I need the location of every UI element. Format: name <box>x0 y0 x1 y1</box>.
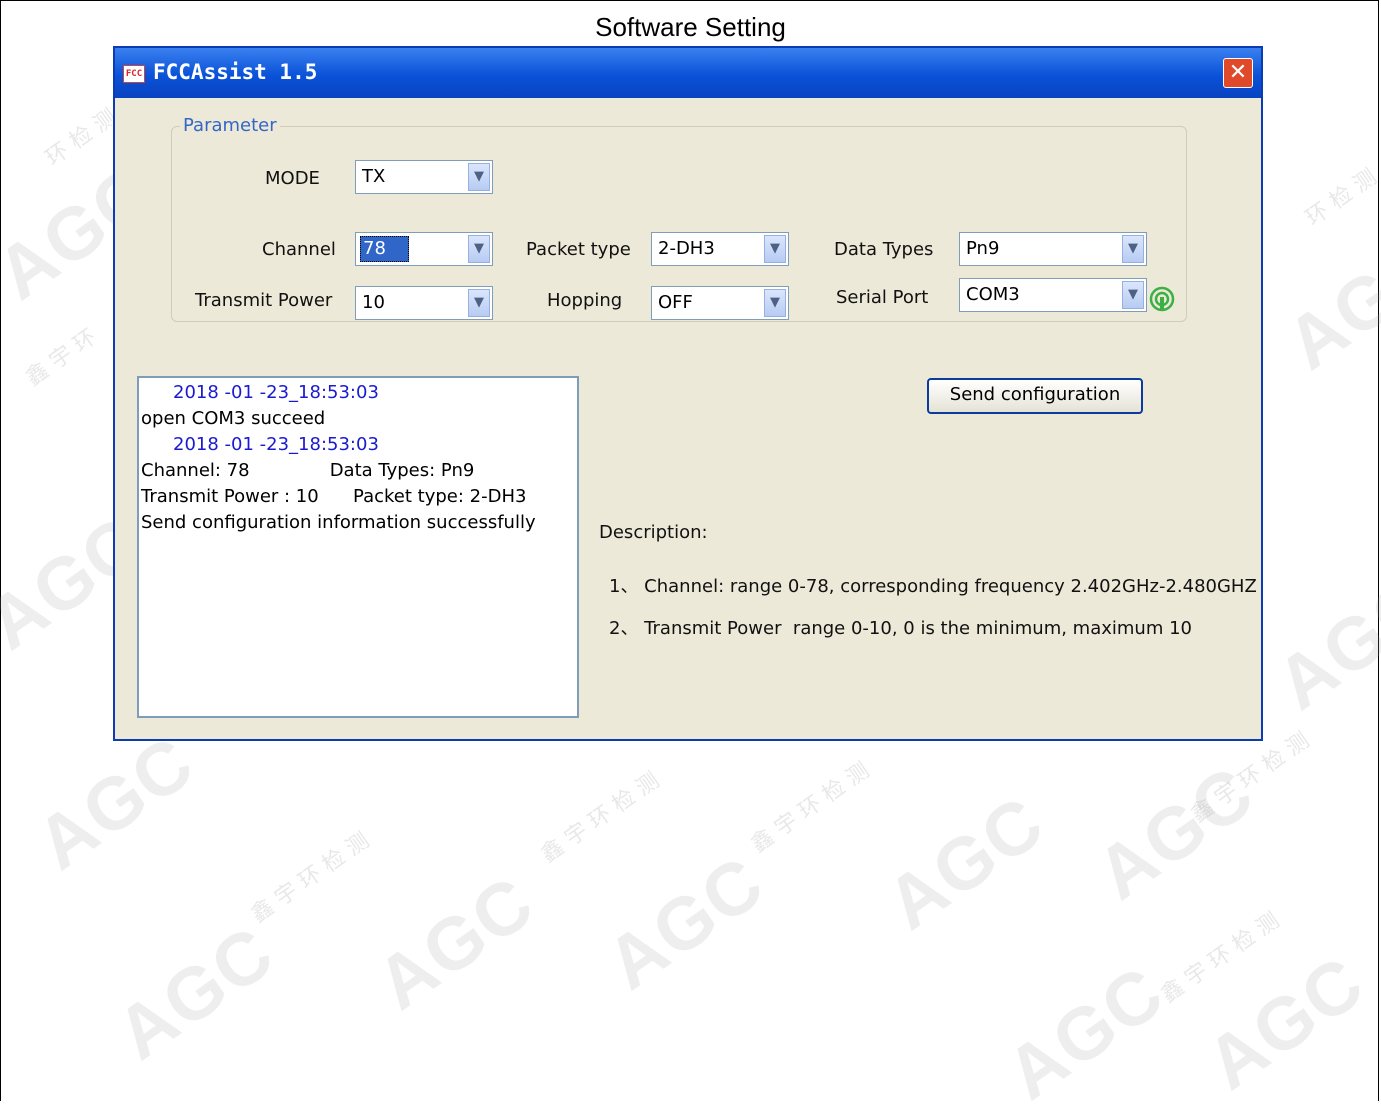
window-title: FCCAssist 1.5 <box>153 60 318 84</box>
log-line: open COM3 succeed <box>141 408 326 429</box>
data-types-value: Pn9 <box>966 238 1000 259</box>
mode-select[interactable]: TX ▼ <box>355 160 493 194</box>
close-button[interactable]: ✕ <box>1223 58 1253 88</box>
fccassist-window: FCC FCCAssist 1.5 ✕ Parameter MODE TX ▼ … <box>113 46 1263 741</box>
packet-type-value: 2-DH3 <box>658 238 715 259</box>
hopping-value: OFF <box>658 292 693 313</box>
send-configuration-button[interactable]: Send configuration <box>927 378 1143 414</box>
chevron-down-icon[interactable]: ▼ <box>764 235 786 263</box>
log-line: Transmit Power : 10 Packet type: 2-DH3 <box>141 486 527 507</box>
chevron-down-icon[interactable]: ▼ <box>468 235 490 263</box>
chevron-down-icon[interactable]: ▼ <box>1122 235 1144 263</box>
channel-label: Channel <box>262 239 336 260</box>
hopping-select[interactable]: OFF ▼ <box>651 286 789 320</box>
transmit-power-select[interactable]: 10 ▼ <box>355 286 493 320</box>
packet-type-label: Packet type <box>526 239 631 260</box>
serial-port-select[interactable]: COM3 ▼ <box>959 278 1147 312</box>
channel-select[interactable]: 78 ▼ <box>355 232 493 266</box>
mode-label: MODE <box>265 168 320 189</box>
data-types-select[interactable]: Pn9 ▼ <box>959 232 1147 266</box>
log-timestamp: 2018 -01 -23_18:53:03 <box>173 382 379 403</box>
serial-port-value: COM3 <box>966 284 1020 305</box>
log-line: Channel: 78 Data Types: Pn9 <box>141 460 475 481</box>
chevron-down-icon[interactable]: ▼ <box>764 289 786 317</box>
description-item: 2、 Transmit Power range 0-10, 0 is the m… <box>609 618 1192 639</box>
mode-value: TX <box>362 166 386 187</box>
log-textarea[interactable]: 2018 -01 -23_18:53:03 open COM3 succeed … <box>137 376 579 718</box>
parameter-group-label: Parameter <box>180 115 280 136</box>
description-heading: Description: <box>599 522 708 543</box>
document-title: Software Setting <box>595 12 786 42</box>
signal-icon <box>1149 286 1175 312</box>
log-timestamp: 2018 -01 -23_18:53:03 <box>173 434 379 455</box>
chevron-down-icon[interactable]: ▼ <box>468 163 490 191</box>
transmit-power-value: 10 <box>362 292 385 313</box>
app-icon: FCC <box>123 65 145 83</box>
serial-port-label: Serial Port <box>836 287 929 308</box>
chevron-down-icon[interactable]: ▼ <box>468 289 490 317</box>
packet-type-select[interactable]: 2-DH3 ▼ <box>651 232 789 266</box>
log-line: Send configuration information successfu… <box>141 512 536 533</box>
hopping-label: Hopping <box>547 290 623 311</box>
channel-value: 78 <box>360 236 409 262</box>
data-types-label: Data Types <box>834 239 934 260</box>
chevron-down-icon[interactable]: ▼ <box>1122 281 1144 309</box>
description-item: 1、 Channel: range 0-78, corresponding fr… <box>609 576 1257 597</box>
title-bar[interactable]: FCC FCCAssist 1.5 ✕ <box>115 48 1261 98</box>
transmit-power-label: Transmit Power <box>195 290 333 311</box>
